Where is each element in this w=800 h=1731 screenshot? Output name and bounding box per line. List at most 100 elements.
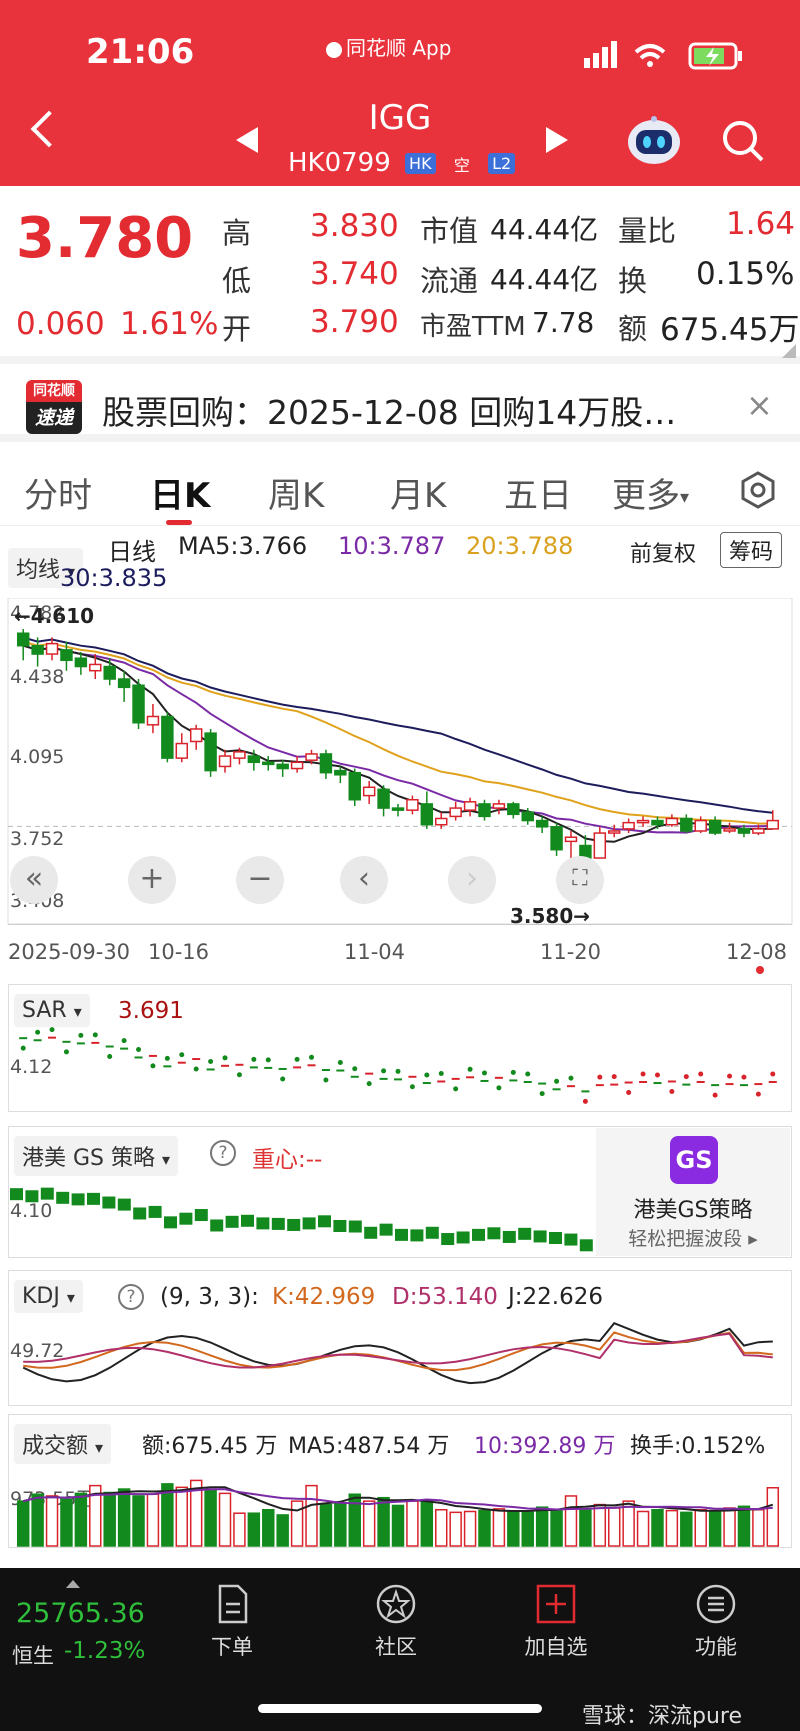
- gs-bar: [225, 1215, 239, 1228]
- gs-promo[interactable]: GS 港美GS策略 轻松把握波段 ▸: [596, 1128, 790, 1256]
- sar-dot: [438, 1070, 444, 1076]
- sar-dot: [640, 1071, 646, 1077]
- kdj-params: (9, 3, 3):: [160, 1284, 259, 1310]
- sar-dot: [49, 1027, 55, 1033]
- settings-icon[interactable]: [738, 470, 778, 510]
- sar-dot: [280, 1076, 286, 1082]
- volume-bar: [708, 1510, 722, 1547]
- signal-icon: [584, 41, 617, 68]
- tab-five-day[interactable]: 五日: [504, 468, 572, 517]
- gs-promo-title: 港美GS策略: [633, 1198, 753, 1223]
- candle: [651, 819, 664, 826]
- status-app-name: 同花顺 App: [326, 32, 451, 61]
- fullscreen-button[interactable]: ⛶: [556, 856, 604, 904]
- adjust-mode[interactable]: 前复权: [630, 536, 696, 568]
- scroll-start-button[interactable]: «: [10, 856, 58, 904]
- volume-bar: [752, 1509, 765, 1547]
- gs-bar: [395, 1228, 408, 1241]
- gs-bar: [148, 1205, 162, 1218]
- kdj-j: J:22.626: [508, 1284, 604, 1310]
- nav-functions[interactable]: 功能: [656, 1582, 776, 1661]
- candle: [362, 786, 376, 797]
- sar-dot: [467, 1066, 473, 1072]
- level2-tag: L2: [488, 153, 516, 174]
- gs-bar: [425, 1226, 439, 1239]
- volume-bar: [665, 1509, 679, 1547]
- add-watchlist-icon: [536, 1584, 576, 1624]
- news-ticker[interactable]: 同花顺 速递 股票回购：2025-12-08 回购14万股… ×: [0, 372, 800, 442]
- nav-add-watchlist[interactable]: 加自选: [496, 1582, 616, 1661]
- x-tick-4: 12-08: [726, 940, 788, 964]
- volume-bar: [550, 1509, 563, 1547]
- prev-stock-icon[interactable]: [236, 127, 258, 153]
- candle: [117, 678, 131, 689]
- gs-bar: [333, 1220, 347, 1232]
- sar-dot: [554, 1078, 560, 1084]
- candle: [521, 811, 534, 822]
- index-value[interactable]: 25765.36: [16, 1598, 145, 1629]
- volume-bar: [31, 1493, 44, 1547]
- volume-bar: [74, 1492, 88, 1547]
- sar-select[interactable]: SAR ▾: [14, 994, 90, 1027]
- float-value: 44.44亿: [490, 263, 599, 296]
- sar-dot: [136, 1046, 142, 1052]
- gs-bar: [241, 1214, 254, 1227]
- sar-dot: [727, 1073, 733, 1079]
- sar-dot: [236, 1072, 242, 1078]
- volume-bar: [680, 1511, 693, 1547]
- gs-bar: [549, 1232, 562, 1244]
- candle: [305, 753, 318, 761]
- volume-bar: [766, 1487, 780, 1547]
- nav-order[interactable]: 下单: [172, 1582, 292, 1661]
- home-indicator: [258, 1704, 542, 1713]
- volume-bar: [60, 1498, 73, 1547]
- tab-intraday[interactable]: 分时: [24, 468, 92, 517]
- order-icon: [218, 1584, 248, 1624]
- volume-bar: [362, 1500, 376, 1547]
- candle: [262, 761, 275, 766]
- sar-dot: [683, 1074, 689, 1080]
- tab-monthly-k[interactable]: 月K: [390, 468, 446, 517]
- volume-bar: [305, 1484, 318, 1547]
- kdj-chart: [22, 1321, 773, 1385]
- sar-dot: [251, 1056, 257, 1062]
- help-icon[interactable]: ?: [210, 1140, 236, 1166]
- sar-dot: [568, 1075, 574, 1081]
- next-stock-icon[interactable]: [546, 127, 568, 153]
- tab-weekly-k[interactable]: 周K: [268, 468, 324, 517]
- search-icon[interactable]: [720, 118, 766, 164]
- kline-chart[interactable]: [0, 598, 800, 926]
- kdj-select[interactable]: KDJ ▾: [14, 1280, 83, 1313]
- y-tick-3: 4.095: [10, 746, 65, 768]
- zoom-out-button[interactable]: −: [236, 856, 284, 904]
- short-tag: 空: [453, 155, 470, 175]
- zoom-in-button[interactable]: +: [128, 856, 176, 904]
- nav-community[interactable]: 社区: [336, 1582, 456, 1661]
- sar-dot: [121, 1038, 127, 1044]
- candle: [607, 830, 621, 834]
- sar-dot: [35, 1029, 41, 1035]
- vol-ratio-value: 1.64: [726, 206, 796, 242]
- volume-bar: [319, 1503, 333, 1547]
- y-tick-4: 3.752: [10, 828, 65, 850]
- scroll-left-button[interactable]: ‹: [340, 856, 388, 904]
- gs-center: 重心:--: [252, 1147, 323, 1173]
- gs-bar: [441, 1233, 455, 1246]
- news-close-icon[interactable]: ×: [746, 386, 773, 424]
- kdj-help-icon[interactable]: ?: [118, 1284, 144, 1310]
- sar-dot: [193, 1066, 199, 1072]
- candle: [334, 769, 347, 776]
- tab-more[interactable]: 更多▾: [612, 468, 689, 517]
- sar-dot: [323, 1077, 329, 1083]
- pe-label: 市盈TTM: [420, 312, 526, 342]
- x-tick-2: 11-04: [344, 940, 406, 964]
- robot-assistant-icon[interactable]: [626, 114, 682, 166]
- gs-bar: [472, 1228, 485, 1241]
- expand-corner-icon[interactable]: [782, 344, 796, 358]
- kline-frame: [7, 598, 793, 925]
- latest-dot: [756, 966, 764, 974]
- scroll-right-button[interactable]: ›: [448, 856, 496, 904]
- chip-button[interactable]: 筹码: [720, 532, 783, 568]
- tab-daily-k[interactable]: 日K: [150, 468, 210, 517]
- candle: [622, 821, 635, 830]
